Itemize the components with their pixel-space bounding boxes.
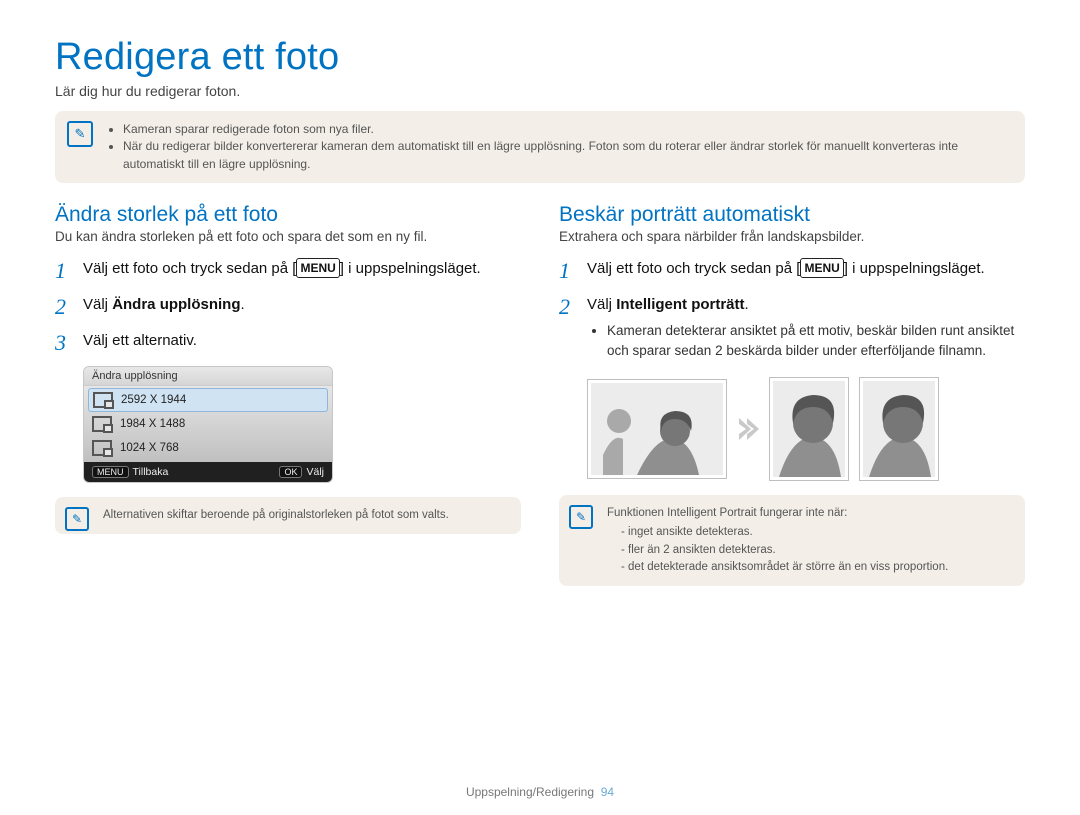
step-bold: Ändra upplösning xyxy=(112,296,240,313)
footer-page-number: 94 xyxy=(601,785,614,799)
step-bold: Intelligent porträtt xyxy=(616,296,744,313)
manual-page: Redigera ett foto Lär dig hur du rediger… xyxy=(0,0,1080,815)
step-bullet: Kameran detekterar ansiktet på ett motiv… xyxy=(607,321,1025,362)
step-2: 2 Välj Ändra upplösning. xyxy=(55,294,521,320)
resolution-label: 2592 X 1944 xyxy=(121,394,186,406)
note-item: inget ansikte detekteras. xyxy=(621,524,1011,541)
ok-pill: OK xyxy=(279,466,302,478)
note-item: det detekterade ansiktsområdet är större… xyxy=(621,559,1011,576)
right-heading: Beskär porträtt automatiskt xyxy=(559,203,1025,227)
step-number: 2 xyxy=(559,294,587,320)
landscape-photo xyxy=(587,379,727,479)
note-item: fler än 2 ansikten detekteras. xyxy=(621,542,1011,559)
step-2: 2 Välj Intelligent porträtt. Kameran det… xyxy=(559,294,1025,363)
left-lead: Du kan ändra storleken på ett foto och s… xyxy=(55,229,521,244)
step-3: 3 Välj ett alternativ. xyxy=(55,330,521,356)
resolution-label: 1024 X 768 xyxy=(120,442,179,454)
lcd-select-label: Välj xyxy=(306,466,324,478)
camera-lcd: Ändra upplösning 2592 X 1944 1984 X 1488… xyxy=(83,366,333,483)
top-note-item: Kameran sparar redigerade foton som nya … xyxy=(123,121,1011,138)
right-column: Beskär porträtt automatiskt Extrahera oc… xyxy=(559,203,1025,586)
right-lead: Extrahera och spara närbilder från lands… xyxy=(559,229,1025,244)
menu-button-label: MENU xyxy=(800,258,843,278)
step-1: 1 Välj ett foto och tryck sedan på [MENU… xyxy=(559,258,1025,284)
page-title: Redigera ett foto xyxy=(55,36,1025,79)
portrait-crop xyxy=(769,377,849,481)
right-note: ✎ Funktionen Intelligent Portrait funger… xyxy=(559,495,1025,586)
step-text: . xyxy=(241,296,245,313)
step-number: 1 xyxy=(559,258,587,284)
page-subtitle: Lär dig hur du redigerar foton. xyxy=(55,83,1025,99)
note-icon: ✎ xyxy=(65,507,89,531)
step-text: Välj ett alternativ. xyxy=(83,330,521,353)
resolution-icon xyxy=(92,440,112,456)
step-text: . xyxy=(745,296,749,313)
footer-section: Uppspelning/Redigering xyxy=(466,785,594,799)
note-text: Alternativen skiftar beroende på origina… xyxy=(103,509,449,521)
step-1: 1 Välj ett foto och tryck sedan på [MENU… xyxy=(55,258,521,284)
menu-pill: MENU xyxy=(92,466,129,478)
note-title: Funktionen Intelligent Portrait fungerar… xyxy=(607,505,1011,522)
step-text: Välj xyxy=(83,296,112,313)
step-text: ] i uppspelningsläget. xyxy=(844,260,985,277)
lcd-title: Ändra upplösning xyxy=(84,367,332,386)
lcd-back-label: Tillbaka xyxy=(133,466,169,478)
portrait-crop xyxy=(859,377,939,481)
left-heading: Ändra storlek på ett foto xyxy=(55,203,521,227)
note-icon: ✎ xyxy=(67,121,93,147)
step-text: Välj xyxy=(587,296,616,313)
resolution-icon xyxy=(92,416,112,432)
resolution-option[interactable]: 2592 X 1944 xyxy=(88,388,328,412)
resolution-icon xyxy=(93,392,113,408)
resolution-option[interactable]: 1024 X 768 xyxy=(84,436,332,460)
step-text: Välj ett foto och tryck sedan på [ xyxy=(587,260,800,277)
left-column: Ändra storlek på ett foto Du kan ändra s… xyxy=(55,203,521,586)
resolution-label: 1984 X 1488 xyxy=(120,418,185,430)
step-number: 2 xyxy=(55,294,83,320)
resolution-option[interactable]: 1984 X 1488 xyxy=(84,412,332,436)
step-number: 3 xyxy=(55,330,83,356)
top-note-item: När du redigerar bilder konvertererar ka… xyxy=(123,138,1011,173)
lcd-select[interactable]: OK Välj xyxy=(279,466,324,478)
step-number: 1 xyxy=(55,258,83,284)
step-text: Välj ett foto och tryck sedan på [ xyxy=(83,260,296,277)
lcd-back[interactable]: MENU Tillbaka xyxy=(92,466,168,478)
left-note: ✎ Alternativen skiftar beroende på origi… xyxy=(55,497,521,534)
page-footer: Uppspelning/Redigering 94 xyxy=(0,785,1080,799)
portrait-illustration xyxy=(587,377,1025,481)
menu-button-label: MENU xyxy=(296,258,339,278)
arrow-right-icon xyxy=(737,414,759,444)
note-icon: ✎ xyxy=(569,505,593,529)
step-text: ] i uppspelningsläget. xyxy=(340,260,481,277)
top-note: ✎ Kameran sparar redigerade foton som ny… xyxy=(55,111,1025,183)
